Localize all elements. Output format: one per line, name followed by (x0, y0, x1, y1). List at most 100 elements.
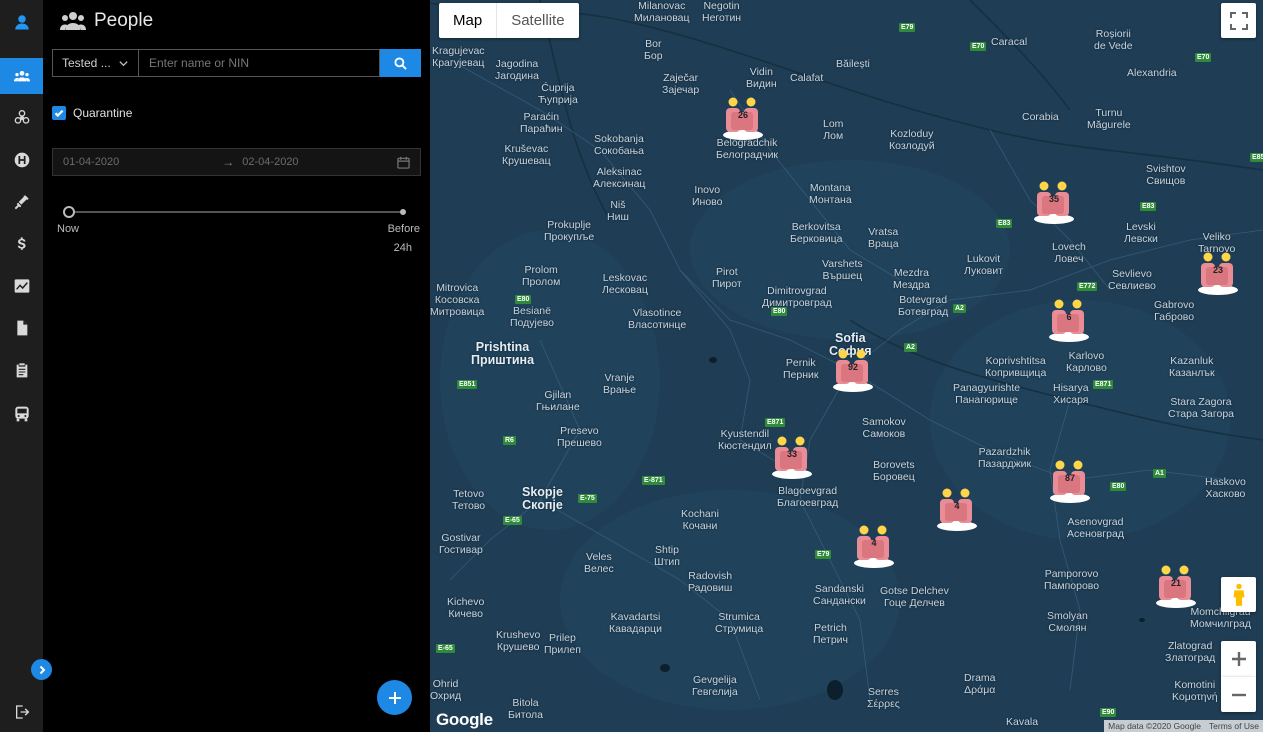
add-person-button[interactable] (377, 680, 412, 715)
place-label: Kozloduy Козлодуй (889, 128, 935, 152)
slider-label-now: Now (57, 223, 80, 235)
bus-icon[interactable] (0, 396, 43, 432)
place-label: Veles Велес (584, 551, 614, 575)
case-cluster-marker[interactable]: 87 (1048, 459, 1092, 505)
dollar-icon[interactable] (0, 226, 43, 262)
nav-rail (0, 0, 43, 732)
people-panel: People Tested ... Quarantine 01-04-2020 … (43, 0, 430, 732)
road-shield: E871 (765, 418, 786, 427)
quarantine-checkbox[interactable] (52, 106, 66, 120)
date-end[interactable]: 02-04-2020 (242, 156, 298, 168)
place-label: Sevlievo Севлиево (1108, 268, 1156, 292)
slider-end-dot (400, 209, 406, 215)
map-view[interactable]: Milanovac Милановац Negotin Неготин Caraca… (430, 0, 1263, 732)
case-cluster-marker[interactable]: 92 (831, 348, 875, 394)
place-label: Kavala (1006, 716, 1039, 728)
place-label: Bor Бор (644, 38, 663, 62)
case-cluster-marker[interactable]: 4 (935, 487, 979, 533)
place-label: Ohrid Охрид (430, 678, 462, 702)
road-shield: E85 (1250, 153, 1263, 162)
biohazard-icon[interactable] (0, 100, 43, 136)
place-label: Pazardzhik Пазарджик (978, 446, 1032, 470)
search-button[interactable] (380, 49, 421, 77)
page-title: People (94, 10, 154, 31)
map-type-map-button[interactable]: Map (439, 3, 496, 38)
place-label: Svishtov Свищов (1146, 163, 1186, 187)
place-label: Kochani Кочани (681, 508, 719, 532)
place-label: Besianë Подујево (510, 305, 555, 329)
place-label: Asenovgrad Асеновград (1067, 516, 1124, 540)
road-shield: E80 (1110, 482, 1127, 491)
status-filter-select[interactable]: Tested ... (52, 49, 139, 77)
date-range-picker[interactable]: 01-04-2020 → 02-04-2020 (52, 148, 421, 176)
road-shield: E80 (771, 307, 788, 316)
logout-icon[interactable] (0, 694, 43, 730)
street-view-button[interactable] (1221, 577, 1256, 612)
chart-icon[interactable] (0, 268, 43, 304)
place-label: Caracal (991, 36, 1028, 48)
place-label: Turnu Măgurele (1087, 107, 1131, 131)
place-label: Blagoevgrad Благоевград (777, 485, 839, 509)
place-label: Presevo Прешево (557, 425, 602, 449)
place-label: Pirot Пирот (712, 266, 742, 290)
time-slider[interactable] (63, 206, 406, 218)
case-cluster-marker[interactable]: 35 (1032, 180, 1076, 226)
quarantine-label: Quarantine (73, 106, 133, 120)
place-label: Prolom Пролом (522, 264, 561, 288)
quarantine-toggle[interactable]: Quarantine (52, 106, 132, 120)
case-cluster-marker[interactable]: 23 (1196, 251, 1240, 297)
road-shield: E-75 (578, 494, 597, 503)
place-label: Kruševac Крушевац (502, 143, 551, 167)
expand-sidebar-button[interactable] (31, 659, 52, 680)
people-icon[interactable] (0, 58, 43, 94)
place-label: Sandanski Сандански (813, 583, 866, 607)
road-shield: E-65 (436, 644, 455, 653)
road-shield: E79 (899, 23, 916, 32)
place-label: Aleksinac Алексинац (593, 166, 646, 190)
road-shield: A2 (953, 304, 966, 313)
place-label: Drama Δράμα (964, 672, 996, 696)
search-input[interactable] (139, 49, 380, 77)
cluster-count: 4 (871, 538, 877, 548)
place-label: Calafat (790, 72, 824, 84)
document-icon[interactable] (0, 310, 43, 346)
slider-label-24h: 24h (393, 242, 412, 254)
syringe-icon[interactable] (0, 184, 43, 220)
place-label: Lom Лом (823, 118, 844, 142)
clipboard-icon[interactable] (0, 352, 43, 388)
zoom-out-button[interactable] (1221, 677, 1256, 712)
terms-link[interactable]: Terms of Use (1209, 720, 1259, 732)
place-label: Skopje Скопје (522, 485, 563, 512)
place-label: Gevgelija Гевгелија (692, 674, 738, 698)
place-label: Kazanluk Казанлък (1169, 355, 1215, 379)
slider-handle[interactable] (63, 206, 75, 218)
case-cluster-marker[interactable]: 6 (1047, 298, 1091, 344)
place-label: Montana Монтана (809, 182, 852, 206)
road-shield: E83 (1140, 202, 1157, 211)
cluster-count: 21 (1170, 578, 1181, 588)
place-label: Vidin Видин (746, 66, 777, 90)
place-label: Prokuplje Прокупље (544, 219, 595, 243)
case-cluster-marker[interactable]: 26 (721, 96, 765, 142)
zoom-in-button[interactable] (1221, 641, 1256, 677)
app: People Tested ... Quarantine 01-04-2020 … (0, 0, 1263, 732)
case-cluster-marker[interactable]: 33 (770, 435, 814, 481)
map-data-credit[interactable]: Map data ©2020 Google (1108, 720, 1201, 732)
place-label: Samokov Самоков (862, 416, 906, 440)
app-logo-icon[interactable] (0, 4, 43, 40)
case-cluster-marker[interactable]: 21 (1154, 564, 1198, 610)
date-start[interactable]: 01-04-2020 (63, 156, 119, 168)
place-label: Inovo Иново (692, 184, 723, 208)
map-type-satellite-button[interactable]: Satellite (497, 3, 578, 38)
hospital-icon[interactable] (0, 142, 43, 178)
place-label: Komotini Κομοτηνή (1172, 679, 1218, 703)
place-label: Gabrovo Габрово (1154, 299, 1195, 323)
slider-label-before: Before (387, 223, 420, 235)
place-label: Mezdra Мездра (893, 267, 930, 291)
road-shield: E90 (1100, 708, 1117, 717)
fullscreen-button[interactable] (1221, 3, 1256, 38)
case-cluster-marker[interactable]: 4 (852, 524, 896, 570)
place-label: Lovech Ловеч (1052, 241, 1086, 265)
place-label: Pernik Перник (783, 357, 819, 381)
place-label: Paraćin Параћин (520, 111, 563, 135)
